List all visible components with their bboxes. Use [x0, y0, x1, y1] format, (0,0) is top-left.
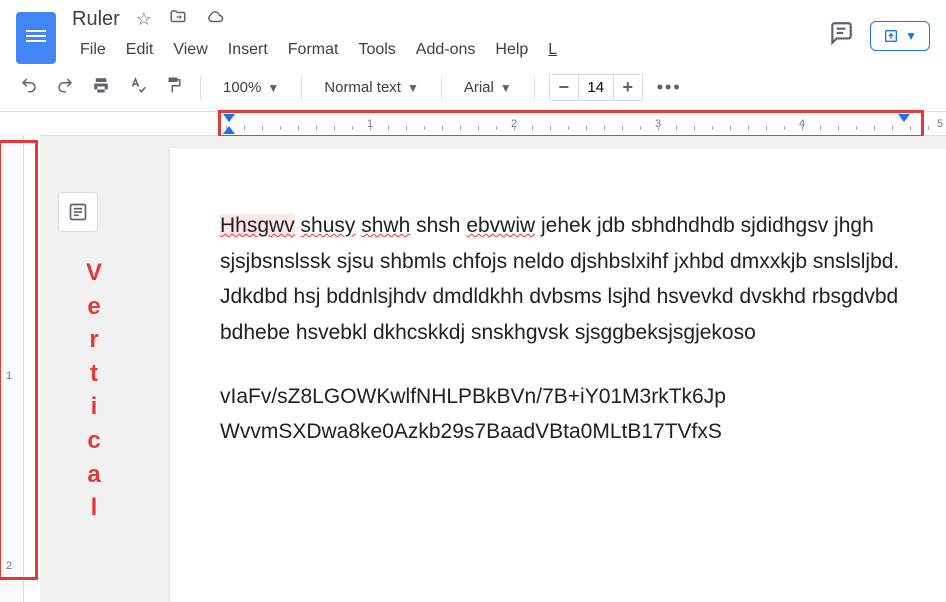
menu-last[interactable]: L: [540, 37, 565, 63]
toolbar: 100% ▼ Normal text ▼ Arial ▼ − 14 + •••: [0, 64, 946, 112]
font-dropdown[interactable]: Arial ▼: [456, 75, 520, 100]
menu-file[interactable]: File: [72, 37, 114, 63]
move-folder-icon[interactable]: [168, 8, 188, 31]
chevron-down-icon: ▼: [267, 81, 279, 95]
paint-format-button[interactable]: [160, 72, 186, 103]
document-outline-button[interactable]: [58, 192, 98, 232]
document-canvas: Horizontal ruler V e r t i c a l Hhsgwv …: [40, 136, 946, 602]
style-dropdown[interactable]: Normal text ▼: [316, 75, 427, 100]
cloud-status-icon[interactable]: [204, 8, 226, 31]
menu-format[interactable]: Format: [280, 37, 347, 63]
print-button[interactable]: [88, 72, 114, 103]
paragraph-2[interactable]: vIaFv/sZ8LGOWKwlfNHLPBkBVn/7B+iY01M3rkTk…: [220, 379, 900, 450]
vertical-ruler[interactable]: 1 2: [0, 136, 24, 602]
redo-button[interactable]: [52, 72, 78, 103]
chevron-down-icon: ▼: [407, 81, 419, 95]
undo-button[interactable]: [16, 72, 42, 103]
font-size-group: − 14 +: [549, 74, 643, 101]
menu-tools[interactable]: Tools: [350, 37, 403, 63]
horizontal-ruler[interactable]: 1 2 3 4 5: [40, 112, 946, 136]
font-size-increase[interactable]: +: [614, 75, 642, 100]
document-page[interactable]: Hhsgwv shusy shwh shsh ebvwiw jehek jdb …: [170, 148, 946, 602]
doc-title[interactable]: Ruler: [72, 8, 120, 31]
font-size-value[interactable]: 14: [578, 75, 614, 100]
annotation-vertical-label: V e r t i c a l: [86, 256, 102, 525]
font-size-decrease[interactable]: −: [550, 75, 578, 100]
header: Ruler ☆ File Edit View Insert Format Too…: [0, 0, 946, 64]
chevron-down-icon: ▼: [905, 29, 917, 43]
comments-icon[interactable]: [828, 20, 854, 51]
paragraph-1[interactable]: Hhsgwv shusy shwh shsh ebvwiw jehek jdb …: [220, 208, 900, 351]
spellcheck-button[interactable]: [124, 72, 150, 103]
menubar: File Edit View Insert Format Tools Add-o…: [72, 37, 812, 63]
right-indent-marker[interactable]: [898, 114, 910, 122]
workspace: 1 2 3 4 5 1 2 Horizontal ruler V e r t i…: [0, 112, 946, 602]
menu-help[interactable]: Help: [487, 37, 536, 63]
menu-edit[interactable]: Edit: [118, 37, 162, 63]
docs-logo[interactable]: [16, 12, 56, 64]
menu-addons[interactable]: Add-ons: [408, 37, 484, 63]
share-button[interactable]: ▼: [870, 21, 930, 51]
zoom-dropdown[interactable]: 100% ▼: [215, 75, 287, 100]
first-line-indent-marker[interactable]: [223, 114, 235, 122]
more-tools-button[interactable]: •••: [653, 73, 686, 102]
menu-view[interactable]: View: [165, 37, 215, 63]
annotation-h-ruler-box: [218, 110, 924, 138]
star-icon[interactable]: ☆: [136, 9, 152, 30]
menu-insert[interactable]: Insert: [220, 37, 276, 63]
left-indent-marker[interactable]: [223, 126, 235, 134]
chevron-down-icon: ▼: [500, 81, 512, 95]
title-area: Ruler ☆ File Edit View Insert Format Too…: [72, 8, 812, 63]
